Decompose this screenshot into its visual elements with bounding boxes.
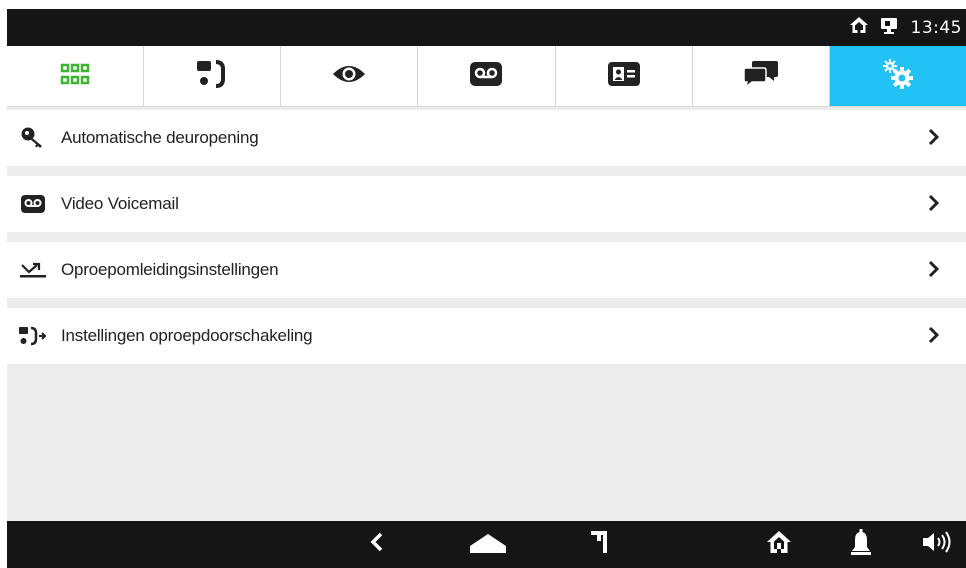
chevron-right-icon — [928, 128, 940, 151]
status-icons: 13:45 — [849, 9, 966, 46]
voicemail-icon — [469, 61, 503, 92]
status-clock: 13:45 — [910, 17, 962, 38]
tab-messages[interactable] — [693, 46, 830, 106]
key-icon — [17, 110, 49, 166]
tab-intercom[interactable] — [144, 46, 282, 106]
menu-item-label: Instellingen oproepdoorschakeling — [61, 326, 313, 345]
menu-item-label: Oproepomleidingsinstellingen — [61, 260, 279, 279]
house-button[interactable] — [759, 521, 799, 568]
volume-button[interactable] — [915, 521, 959, 568]
voicemail-icon — [17, 176, 49, 232]
eye-icon — [331, 62, 367, 91]
apps-grid-icon — [60, 63, 90, 90]
menu-item-auto-door-open[interactable]: Automatische deuropening — [7, 110, 966, 166]
recent-icon — [588, 529, 610, 560]
recent-apps-button[interactable] — [579, 521, 619, 568]
tab-voicemail[interactable] — [418, 46, 556, 106]
device-screen: 13:45 Automatische deuropening Video Voi… — [7, 9, 966, 568]
home-status-icon — [849, 16, 869, 39]
chevron-right-icon — [928, 326, 940, 349]
intercom-call-icon — [195, 59, 229, 94]
bell-icon — [850, 528, 872, 561]
bell-button[interactable] — [843, 521, 879, 568]
main-tab-bar — [7, 46, 966, 107]
menu-item-call-forwarding-settings[interactable]: Instellingen oproepdoorschakeling — [7, 308, 966, 364]
chat-bubbles-icon — [742, 59, 780, 94]
menu-item-call-diversion-settings[interactable]: Oproepomleidingsinstellingen — [7, 242, 966, 298]
settings-gears-icon — [880, 57, 916, 96]
home-icon — [468, 531, 508, 558]
navigation-bar — [7, 521, 966, 568]
menu-item-label: Video Voicemail — [61, 194, 179, 213]
back-icon — [370, 532, 384, 557]
call-forward-icon — [17, 308, 49, 364]
call-diversion-icon — [17, 242, 49, 298]
chevron-right-icon — [928, 260, 940, 283]
house-icon — [766, 530, 792, 559]
speaker-icon — [921, 531, 953, 558]
tab-contacts[interactable] — [556, 46, 693, 106]
contact-card-icon — [607, 61, 641, 92]
chevron-right-icon — [928, 194, 940, 217]
tab-apps[interactable] — [7, 46, 145, 106]
tab-settings[interactable] — [829, 46, 966, 106]
status-bar: 13:45 — [7, 9, 966, 46]
menu-item-label: Automatische deuropening — [61, 128, 259, 147]
home-button[interactable] — [465, 521, 511, 568]
tab-monitor[interactable] — [281, 46, 419, 106]
intercom-monitor-status-icon — [879, 16, 901, 39]
menu-item-video-voicemail[interactable]: Video Voicemail — [7, 176, 966, 232]
back-button[interactable] — [357, 521, 397, 568]
